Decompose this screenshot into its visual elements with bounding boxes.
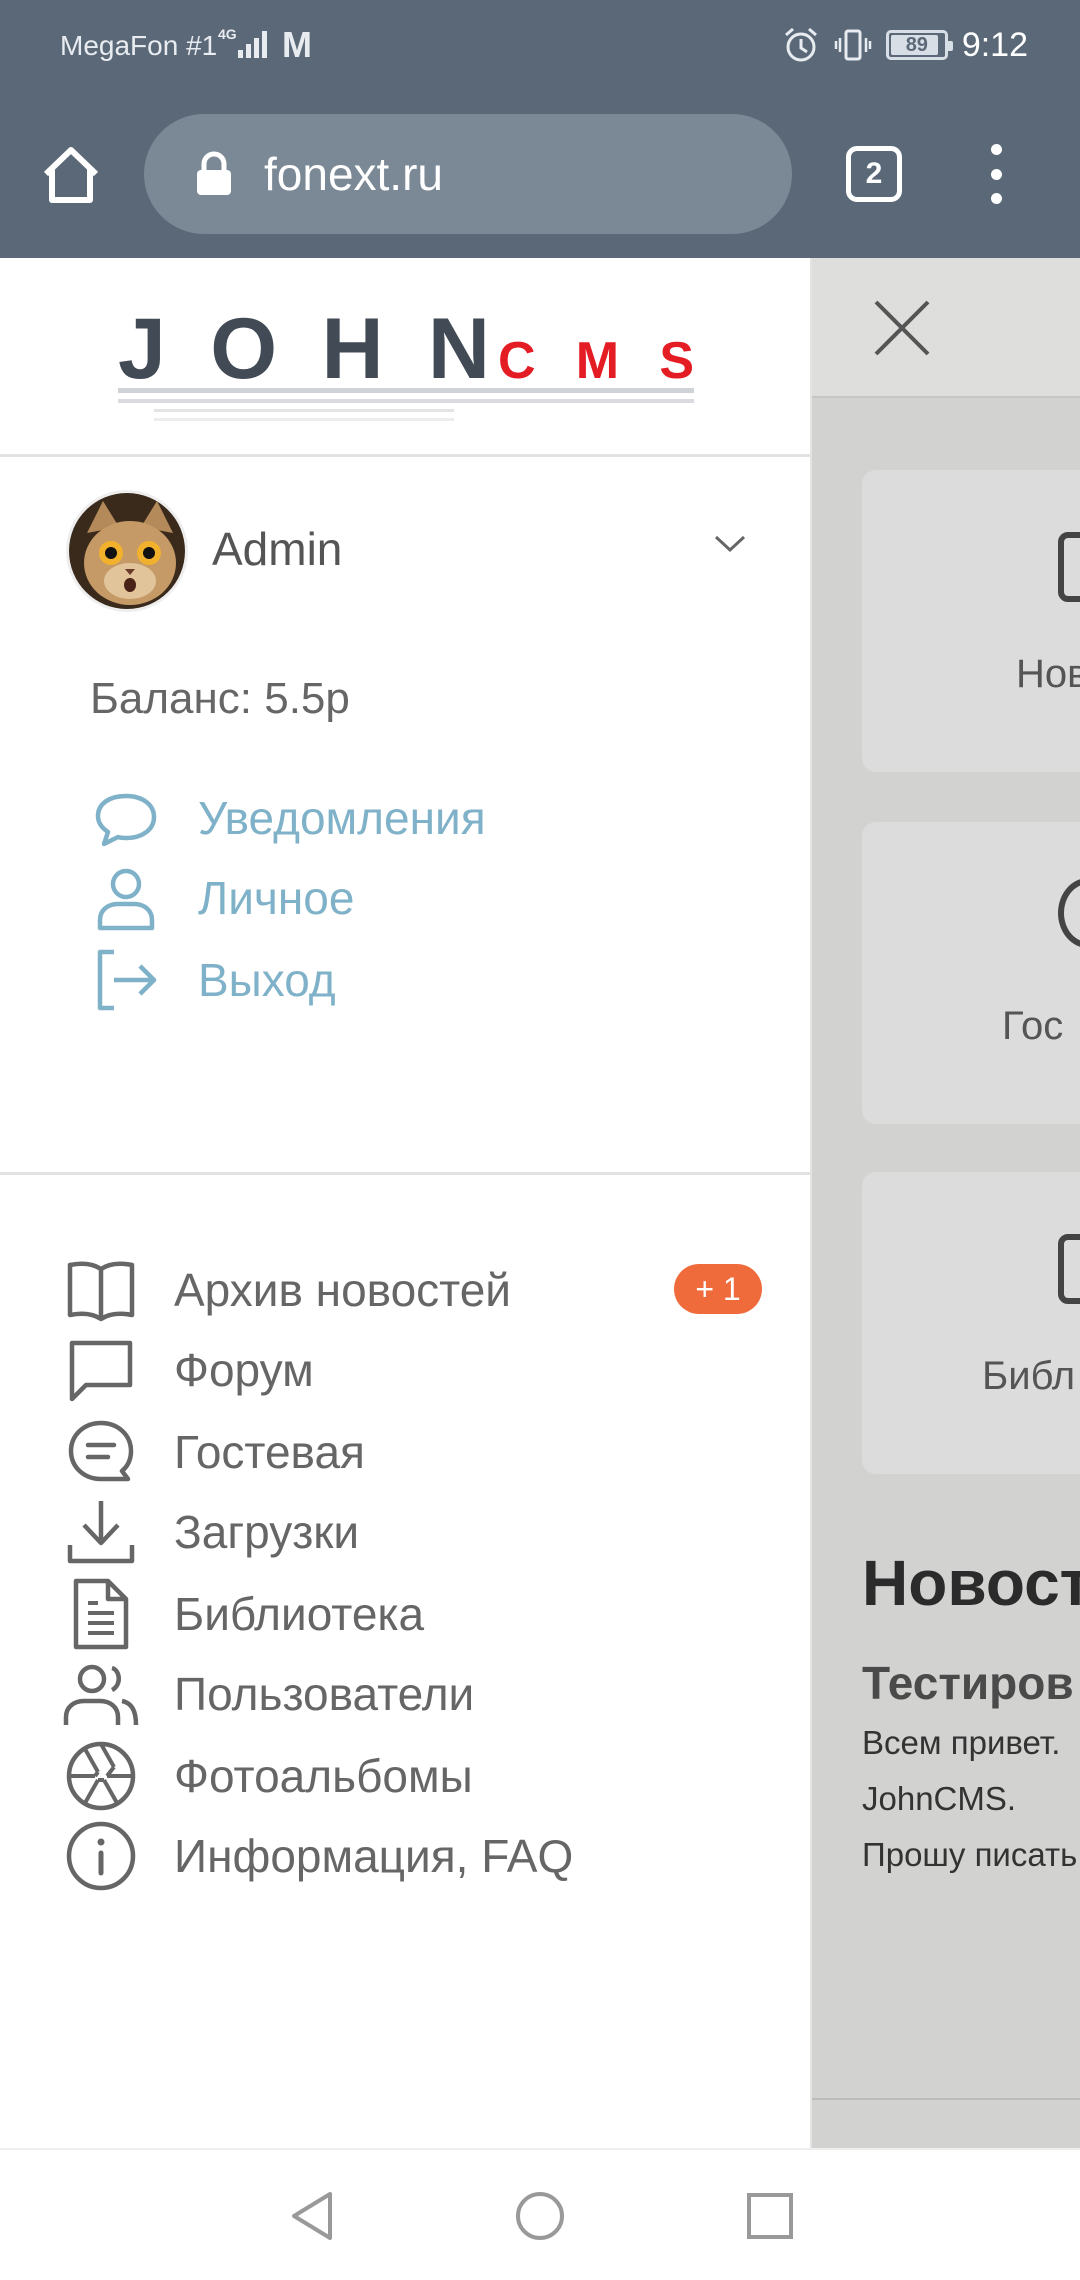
personal-link[interactable]: Личное — [90, 858, 354, 938]
divider — [0, 454, 810, 457]
info-icon — [66, 1821, 136, 1891]
card-label: Нов — [1016, 652, 1080, 696]
message-square-icon — [69, 1340, 133, 1402]
nav-item-guestbook[interactable]: Гостевая — [62, 1412, 762, 1492]
vibrate-icon — [834, 29, 872, 61]
nav-item-downloads[interactable]: Загрузки — [62, 1492, 762, 1572]
signal-icon — [238, 31, 267, 58]
book-icon — [67, 1261, 135, 1322]
nav-item-news-archive[interactable]: Архив новостей + 1 — [62, 1250, 762, 1330]
nav-item-users[interactable]: Пользователи — [62, 1654, 762, 1734]
divider — [0, 1172, 810, 1175]
close-icon[interactable] — [872, 298, 932, 358]
nav-label: Информация, FAQ — [174, 1830, 574, 1882]
card-icon — [1058, 1234, 1080, 1304]
status-bar: MegaFon #1 4G M 89 9:12 — [0, 0, 1080, 92]
card-icon — [1058, 532, 1080, 602]
document-icon — [73, 1578, 129, 1650]
logout-label: Выход — [198, 954, 336, 1006]
news-subtitle[interactable]: Тестиров — [862, 1656, 1074, 1710]
background-card[interactable]: Нов — [862, 470, 1080, 772]
clock: 9:12 — [961, 25, 1028, 64]
more-icon[interactable] — [978, 144, 1014, 204]
nav-item-library[interactable]: Библиотека — [62, 1574, 762, 1654]
card-label: Библ — [982, 1354, 1076, 1398]
logout-icon — [97, 949, 157, 1011]
tabs-icon[interactable]: 2 — [846, 146, 902, 202]
aperture-icon — [66, 1741, 136, 1811]
home-icon[interactable] — [38, 142, 104, 208]
nav-label: Загрузки — [174, 1506, 360, 1558]
url-text: fonext.ru — [264, 148, 443, 200]
logo-accent-text: CMS — [498, 332, 694, 390]
chevron-down-icon[interactable] — [712, 528, 748, 558]
card-label: Гос — [1002, 1004, 1064, 1048]
news-line: Всем привет. — [862, 1724, 1061, 1761]
tab-count: 2 — [865, 157, 883, 190]
home-circle-icon[interactable] — [512, 2188, 568, 2244]
carrier-label: MegaFon #1 — [60, 30, 218, 61]
nav-label: Библиотека — [174, 1588, 425, 1640]
nav-label: Фотоальбомы — [174, 1750, 473, 1802]
personal-label: Личное — [198, 872, 355, 924]
avatar[interactable] — [66, 490, 188, 612]
background-card[interactable]: Гос — [862, 822, 1080, 1124]
browser-top-bar: MegaFon #1 4G M 89 9:12 fonext.ru 2 — [0, 0, 1080, 258]
lock-icon — [197, 151, 231, 195]
address-row: fonext.ru 2 — [0, 100, 1080, 250]
notifications-label: Уведомления — [198, 792, 486, 844]
divider — [812, 2098, 1080, 2100]
notifications-link[interactable]: Уведомления — [90, 778, 486, 858]
users-icon — [63, 1664, 139, 1726]
logo-main-text: JOHN — [118, 310, 490, 397]
news-line: JohnCMS. — [862, 1780, 1017, 1817]
background-card[interactable]: Библ — [862, 1172, 1080, 1474]
johncms-logo[interactable]: JOHN CMS — [118, 310, 694, 436]
background-page: Нов Гос Библ Новост Тестиров Всем привет… — [812, 258, 1080, 2148]
cat-avatar-image — [69, 493, 185, 609]
balance: Баланс: 5.5р — [90, 674, 350, 723]
battery-level: 89 — [905, 33, 928, 56]
network-type: 4G — [218, 26, 237, 42]
recents-icon[interactable] — [742, 2188, 798, 2244]
background-header — [812, 258, 1080, 398]
url-bar[interactable]: fonext.ru — [144, 114, 792, 234]
guestbook-icon — [68, 1420, 134, 1482]
nav-item-forum[interactable]: Форум — [62, 1330, 762, 1410]
nav-label: Пользователи — [174, 1668, 475, 1720]
news-line: Прошу писать — [862, 1836, 1078, 1873]
nav-label: Архив новостей — [174, 1264, 511, 1316]
news-heading: Новост — [862, 1547, 1080, 1619]
nav-item-photo-albums[interactable]: Фотоальбомы — [62, 1736, 762, 1816]
nav-label: Гостевая — [174, 1426, 365, 1478]
chat-bubble-icon — [95, 793, 157, 847]
logout-link[interactable]: Выход — [90, 940, 336, 1020]
alarm-icon — [784, 27, 817, 62]
nav-label: Форум — [174, 1344, 314, 1396]
user-icon — [97, 868, 155, 931]
card-icon — [1058, 878, 1080, 948]
gmail-icon: M — [282, 24, 312, 65]
username[interactable]: Admin — [212, 522, 342, 576]
status-right: 89 9:12 — [782, 22, 1028, 68]
system-nav-bar — [0, 2148, 1080, 2280]
back-icon[interactable] — [284, 2188, 340, 2244]
download-icon — [67, 1501, 135, 1564]
new-count-badge: + 1 — [674, 1264, 762, 1314]
nav-item-info-faq[interactable]: Информация, FAQ — [62, 1816, 762, 1896]
navigation-drawer: JOHN CMS Admin Баланс: 5.5р Уведомления … — [0, 258, 812, 2148]
battery-icon: 89 — [885, 30, 953, 60]
